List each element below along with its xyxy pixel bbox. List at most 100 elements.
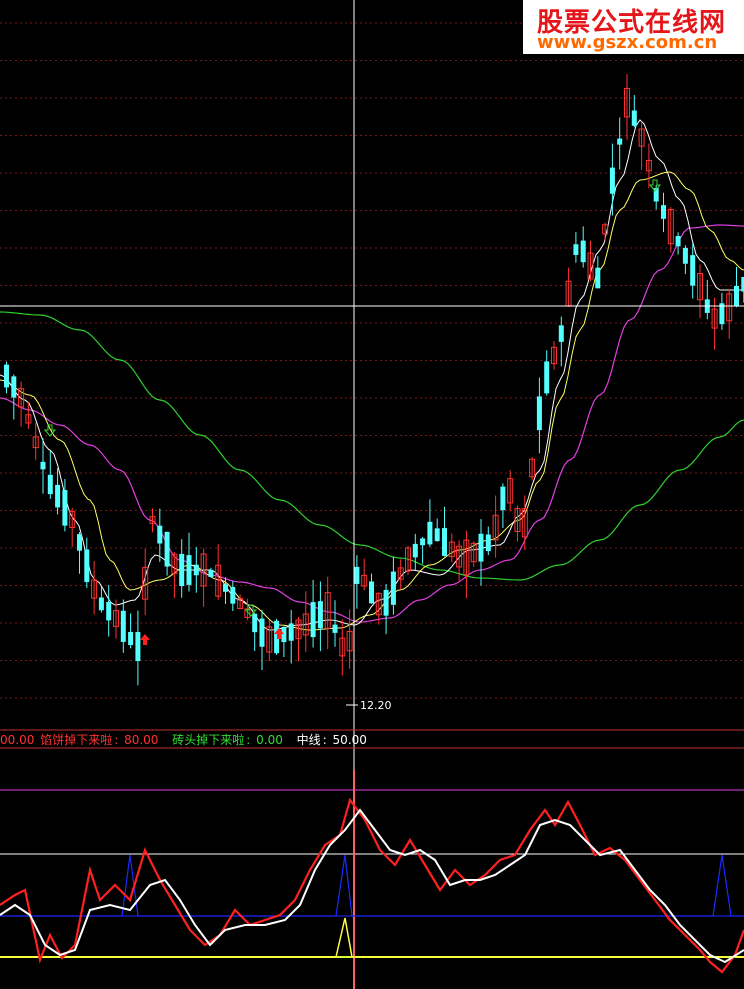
candle <box>427 499 433 548</box>
indicator-legend: 00.00 馅饼掉下来啦: 80.00 砖头掉下来啦: 0.00 中线: 50.… <box>0 733 367 747</box>
candle <box>369 573 374 604</box>
candle-body <box>558 325 564 342</box>
candle <box>667 207 674 253</box>
candle-body <box>675 236 681 247</box>
candle-body <box>11 376 17 398</box>
candle-body <box>390 571 396 605</box>
candle <box>536 377 542 454</box>
candle <box>529 457 536 481</box>
candle-body <box>208 569 214 577</box>
candle-body <box>354 566 360 584</box>
legend-bottom-name: 馅饼掉下来啦 <box>40 733 113 747</box>
candle-body <box>252 613 258 633</box>
candle-body <box>193 564 199 576</box>
candle <box>55 468 61 515</box>
candle-body <box>164 531 170 567</box>
candle-body <box>383 589 389 616</box>
candle-body <box>734 285 739 306</box>
candle <box>573 232 579 263</box>
candle-body <box>62 490 68 526</box>
candle-body <box>77 534 82 551</box>
candle <box>580 226 586 268</box>
candle <box>682 245 688 275</box>
candle-body <box>40 461 46 470</box>
candle <box>734 267 739 308</box>
candle-body <box>420 538 426 546</box>
candle <box>281 626 287 658</box>
candle <box>91 561 98 615</box>
candle <box>653 185 659 210</box>
candle-body <box>84 549 90 583</box>
candle <box>711 297 718 350</box>
candle-body <box>434 528 440 542</box>
legend-top-value: 0.00 <box>256 733 283 747</box>
candle <box>412 533 418 571</box>
candle <box>690 243 696 299</box>
candle <box>719 292 725 330</box>
candle-body <box>485 534 491 552</box>
candle <box>186 532 192 592</box>
candle <box>697 264 703 319</box>
candle <box>259 610 265 671</box>
candle <box>193 547 199 593</box>
candle <box>324 576 331 650</box>
candle <box>609 143 615 216</box>
up-arrow-icon <box>140 634 150 645</box>
stock-chart[interactable]: 12.20 <box>0 0 744 989</box>
candle-body <box>580 240 586 263</box>
candle <box>310 579 316 648</box>
candle <box>164 531 170 576</box>
legend-bottom-value: 80.00 <box>124 733 159 747</box>
candlestick-series[interactable] <box>4 74 744 686</box>
candle <box>11 374 17 420</box>
candle <box>317 581 323 652</box>
candle <box>106 584 112 637</box>
candle <box>551 341 557 370</box>
legend-lead-value: 00.00 <box>0 733 35 747</box>
watermark-url: www.gszx.com.cn <box>537 32 718 53</box>
candle-body <box>412 543 418 558</box>
candle-body <box>223 584 228 592</box>
candle <box>208 567 214 578</box>
candle <box>179 539 185 598</box>
candle-body <box>682 247 688 264</box>
candle <box>18 381 25 427</box>
candle-body <box>128 631 134 646</box>
candle-body <box>186 555 192 585</box>
candle <box>252 613 258 652</box>
candle <box>171 551 178 599</box>
candle-body <box>230 586 236 604</box>
candle-body <box>369 581 374 604</box>
indicator-panel <box>0 770 744 989</box>
candle-body <box>120 610 126 642</box>
candle-body <box>106 602 112 621</box>
candle <box>507 470 514 512</box>
candle <box>84 537 90 588</box>
candle <box>383 584 389 635</box>
candle-body <box>317 601 323 629</box>
candle <box>434 518 440 542</box>
legend-mid-name: 中线 <box>296 733 321 747</box>
candle-body <box>478 533 484 562</box>
candle <box>405 545 411 576</box>
candle <box>113 599 119 639</box>
ma-white-path <box>0 119 744 631</box>
candle <box>631 95 637 128</box>
ma-yellow-path <box>0 171 744 631</box>
candle <box>266 620 273 661</box>
candle-body <box>259 618 265 647</box>
candle <box>157 508 163 562</box>
candle <box>288 609 294 664</box>
candle <box>135 610 141 686</box>
candle <box>98 586 104 613</box>
candle <box>32 422 39 460</box>
ma-fast-white-line <box>0 119 744 631</box>
candle-body <box>55 484 61 508</box>
candle-body <box>47 474 53 495</box>
candle <box>638 121 645 170</box>
candle-body <box>288 623 294 641</box>
candle <box>215 544 222 600</box>
candle <box>40 438 46 494</box>
candle-body <box>157 525 163 544</box>
candle <box>463 530 470 599</box>
